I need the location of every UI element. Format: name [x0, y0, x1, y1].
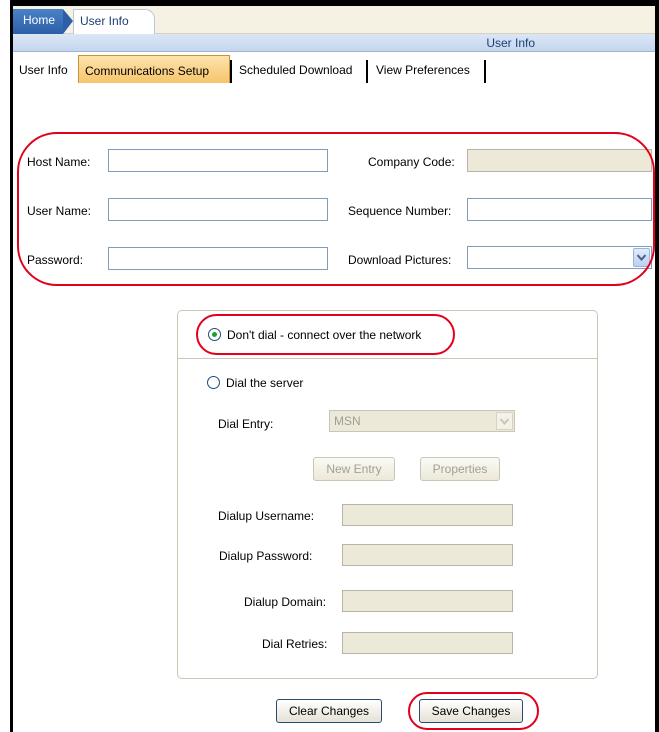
- dialup-domain-label: Dialup Domain:: [244, 595, 327, 609]
- password-label: Password:: [27, 253, 84, 267]
- sequence-number-input[interactable]: [467, 198, 652, 221]
- tab-separator: [366, 60, 368, 83]
- radio-selected-icon[interactable]: [208, 328, 221, 341]
- tab-communications-setup[interactable]: Communications Setup: [78, 55, 230, 83]
- dialup-password-label: Dialup Password:: [219, 549, 313, 563]
- chevron-down-icon: [496, 412, 513, 430]
- properties-button[interactable]: Properties: [420, 457, 500, 481]
- tab-separator: [484, 60, 486, 83]
- breadcrumb-arrow-icon: [63, 9, 73, 34]
- user-name-label: User Name:: [27, 204, 92, 218]
- dial-retries-label: Dial Retries:: [262, 637, 328, 651]
- frame-right-border: [655, 0, 659, 732]
- dial-entry-value: MSN: [334, 414, 361, 428]
- breadcrumb-current[interactable]: User Info: [73, 9, 155, 34]
- new-entry-button[interactable]: New Entry: [313, 457, 395, 481]
- download-pictures-select[interactable]: [467, 246, 652, 269]
- download-pictures-label: Download Pictures:: [348, 253, 452, 267]
- dialup-username-input: [342, 504, 513, 526]
- breadcrumb: Home User Info: [13, 6, 655, 34]
- company-code-label: Company Code:: [368, 155, 455, 169]
- page-title: User Info: [486, 36, 535, 50]
- breadcrumb-home[interactable]: Home: [13, 9, 63, 34]
- tab-user-info[interactable]: User Info: [13, 58, 74, 83]
- dial-retries-input: [342, 632, 513, 654]
- clear-changes-button[interactable]: Clear Changes: [276, 699, 382, 723]
- dialup-username-label: Dialup Username:: [218, 509, 315, 523]
- dialup-domain-input: [342, 590, 513, 612]
- network-option-label[interactable]: Don't dial - connect over the network: [227, 328, 421, 342]
- page-header: User Info: [13, 34, 655, 52]
- host-name-input[interactable]: [108, 149, 328, 172]
- host-name-label: Host Name:: [27, 155, 91, 169]
- company-code-input: [467, 149, 652, 172]
- save-changes-button[interactable]: Save Changes: [419, 699, 523, 723]
- dial-entry-select: MSN: [329, 410, 515, 432]
- tab-bar: User Info Communications Setup Scheduled…: [13, 52, 655, 83]
- radio-unselected-icon[interactable]: [207, 376, 220, 389]
- tab-scheduled-download[interactable]: Scheduled Download: [233, 58, 359, 83]
- chevron-down-icon[interactable]: [633, 248, 650, 267]
- sequence-number-label: Sequence Number:: [348, 204, 452, 218]
- frame-left-border: [10, 0, 13, 732]
- frame-left-margin: [0, 0, 10, 732]
- user-name-input[interactable]: [108, 198, 328, 221]
- tab-view-preferences[interactable]: View Preferences: [370, 58, 476, 83]
- tab-separator: [230, 60, 232, 83]
- dial-entry-label: Dial Entry:: [218, 417, 274, 431]
- password-input[interactable]: [108, 247, 328, 270]
- dialup-password-input: [342, 544, 513, 566]
- dial-option-label[interactable]: Dial the server: [226, 376, 303, 390]
